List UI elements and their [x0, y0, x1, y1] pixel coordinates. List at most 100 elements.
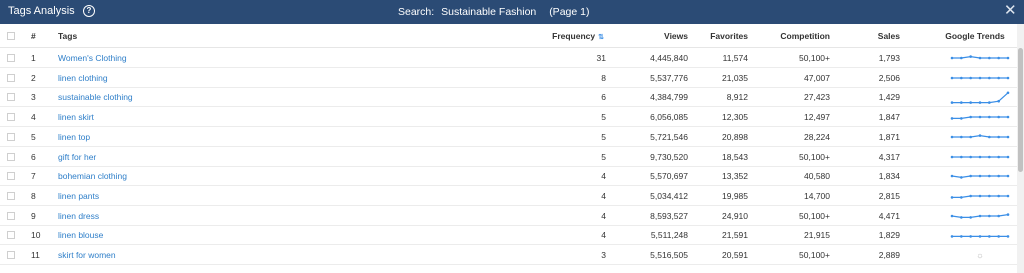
sales-value: 2,506: [878, 72, 900, 83]
trend-point: [978, 134, 982, 137]
trend-sparkline: [950, 212, 1010, 219]
window-title: Tags Analysis: [8, 5, 75, 17]
tag-link[interactable]: linen dress: [58, 211, 99, 221]
favorites-value: 20,898: [722, 131, 748, 142]
competition-value: 14,700: [804, 190, 830, 201]
competition-value: 50,100+: [799, 151, 830, 162]
table-row[interactable]: 5 linen top 5 5,721,546 20,898 28,224 1,871: [0, 127, 1017, 147]
trend-point: [960, 195, 963, 199]
row-checkbox[interactable]: [7, 172, 15, 181]
frequency-value: 4: [601, 230, 606, 241]
page-indicator: (Page 1): [549, 6, 590, 18]
sort-icon: ⇅: [598, 34, 604, 41]
row-checkbox[interactable]: [7, 113, 15, 122]
trend-point: [950, 174, 954, 178]
views-value: 6,056,085: [650, 112, 688, 123]
views-value: 4,445,840: [650, 53, 688, 63]
header-frequency-label: Frequency: [552, 31, 596, 41]
row-number: 10: [31, 230, 41, 241]
tag-link[interactable]: linen pants: [58, 191, 99, 201]
select-all-checkbox[interactable]: [7, 32, 15, 40]
sales-value: 1,871: [878, 131, 900, 142]
trend-point: [997, 56, 1000, 60]
trend-point: [978, 115, 982, 119]
scrollbar-thumb[interactable]: [1018, 48, 1023, 172]
row-checkbox[interactable]: [7, 211, 15, 220]
trend-point: [950, 56, 954, 60]
table-row[interactable]: 2 linen clothing 8 5,537,776 21,035 47,007 2,5…: [0, 68, 1017, 88]
sales-value: 2,889: [878, 250, 900, 260]
row-checkbox[interactable]: [7, 73, 15, 82]
close-icon[interactable]: ✕: [1004, 3, 1017, 19]
header-num: #: [31, 31, 36, 41]
table-row[interactable]: 6 gift for her 5 9,730,520 18,543 50,100+ 4,31…: [0, 147, 1017, 167]
row-checkbox[interactable]: [7, 152, 15, 161]
row-checkbox[interactable]: [7, 54, 15, 62]
trend-point: [969, 194, 972, 198]
trend-point: [969, 235, 972, 238]
sales-value: 1,793: [878, 53, 900, 63]
row-checkbox[interactable]: [7, 132, 15, 141]
row-number: 6: [31, 151, 36, 162]
trend-point: [997, 235, 1000, 238]
row-number: 1: [31, 53, 36, 63]
trend-sparkline: [950, 155, 1010, 158]
competition-value: 50,100+: [799, 250, 830, 260]
table-row[interactable]: 3 sustainable clothing 6 4,384,799 8,912 27,4…: [0, 87, 1017, 108]
tag-link[interactable]: linen clothing: [58, 73, 108, 83]
table-row[interactable]: 11 skirt for women 3 5,516,505 20,591 50,100+…: [0, 245, 1017, 265]
table-row[interactable]: 8 linen pants 4 5,034,412 19,985 14,700 2,815: [0, 186, 1017, 206]
tag-link[interactable]: bohemian clothing: [58, 171, 127, 181]
tag-link[interactable]: sustainable clothing: [58, 92, 133, 102]
trend-point: [978, 101, 982, 105]
trend-point: [988, 76, 991, 79]
row-checkbox[interactable]: [7, 231, 15, 240]
trend-point: [950, 76, 954, 79]
row-checkbox[interactable]: [7, 251, 15, 259]
views-value: 5,516,505: [650, 250, 688, 260]
sales-value: 1,829: [878, 230, 900, 241]
frequency-value: 31: [596, 53, 606, 63]
header-sales[interactable]: Sales: [860, 31, 900, 41]
tag-link[interactable]: linen skirt: [58, 112, 94, 122]
header-competition[interactable]: Competition: [770, 31, 830, 41]
table-row[interactable]: 10 linen blouse 4 5,511,248 21,591 21,915 1,82…: [0, 225, 1017, 246]
trend-point: [997, 115, 1000, 119]
trend-point: [969, 155, 972, 158]
trend-point: [1006, 115, 1010, 119]
trend-point: [960, 135, 963, 139]
table-row[interactable]: 9 linen dress 4 8,593,527 24,910 50,100+ 4,471: [0, 206, 1017, 226]
tag-link[interactable]: gift for her: [58, 152, 96, 162]
competition-value: 21,915: [804, 230, 830, 241]
header-favorites[interactable]: Favorites: [700, 31, 748, 41]
trend-point: [950, 235, 954, 238]
header-tags[interactable]: Tags: [58, 31, 77, 41]
favorites-value: 24,910: [722, 210, 748, 221]
header-frequency[interactable]: Frequency ⇅: [520, 31, 604, 41]
sales-value: 4,317: [878, 151, 900, 162]
favorites-value: 8,912: [726, 92, 748, 103]
scrollbar[interactable]: [1017, 24, 1024, 273]
tag-link[interactable]: linen top: [58, 132, 90, 142]
row-checkbox[interactable]: [7, 191, 15, 200]
trend-point: [969, 55, 972, 58]
table-row[interactable]: 4 linen skirt 5 6,056,085 12,305 12,497 1,847: [0, 107, 1017, 128]
trend-point: [1006, 235, 1010, 238]
trend-point: [997, 214, 1000, 217]
row-checkbox[interactable]: [7, 93, 15, 102]
tag-link[interactable]: Women's Clothing: [58, 53, 127, 63]
tag-link[interactable]: skirt for women: [58, 250, 116, 260]
help-icon[interactable]: ?: [83, 5, 95, 17]
trend-point: [1006, 56, 1010, 60]
competition-value: 27,423: [804, 92, 830, 103]
trend-point: [997, 135, 1000, 139]
table-row[interactable]: 1 Women's Clothing 31 4,445,840 11,574 50,100…: [0, 48, 1017, 68]
competition-value: 28,224: [804, 131, 830, 142]
frequency-value: 5: [601, 131, 606, 142]
trend-point: [969, 174, 972, 178]
table-row[interactable]: 7 bohemian clothing 4 5,570,697 13,352 40,580…: [0, 166, 1017, 187]
tag-link[interactable]: linen blouse: [58, 230, 103, 240]
loading-icon: ☼: [976, 250, 984, 260]
header-views[interactable]: Views: [620, 31, 688, 41]
row-number: 5: [31, 131, 36, 142]
